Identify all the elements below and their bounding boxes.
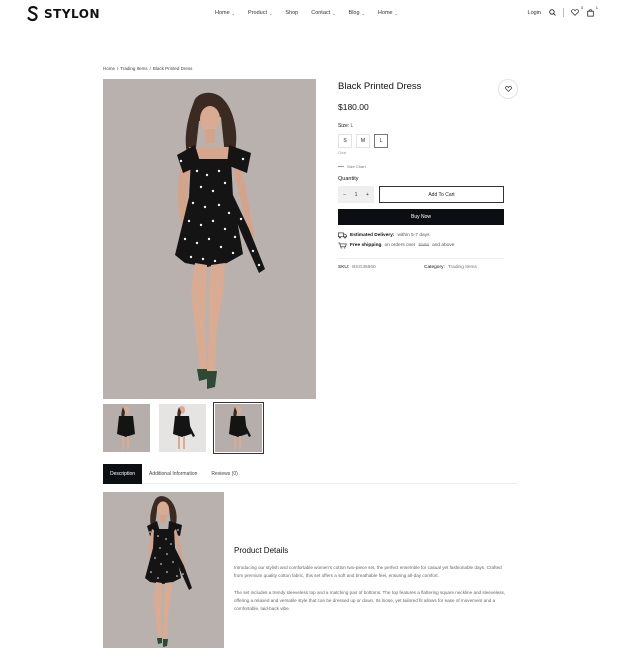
sku-info: SKU: BSG35660 xyxy=(338,265,424,270)
header-divider xyxy=(563,8,564,17)
login-link[interactable]: Login xyxy=(528,10,541,16)
chevron-down-icon: ⌄ xyxy=(332,10,336,16)
logo[interactable]: STYLON xyxy=(26,5,100,22)
main-nav: Home ⌄ Product ⌄ Shop Contact ⌄ Blog ⌄ Home ⌄ xyxy=(215,10,411,16)
heart-icon xyxy=(571,9,579,16)
quantity-decrease-button[interactable]: − xyxy=(343,192,346,198)
nav-item-blog[interactable]: Blog ⌄ xyxy=(349,10,365,16)
quantity-increase-button[interactable]: + xyxy=(366,192,369,198)
thumbnail-model-illustration xyxy=(117,406,135,449)
description-content: Product Details Introducing our stylish … xyxy=(234,546,509,613)
breadcrumb-current: Black Printed Dress xyxy=(152,66,193,71)
category-value[interactable]: Trading Items xyxy=(448,265,477,270)
shipping-text-end: and above xyxy=(432,243,455,248)
nav-label: Contact xyxy=(311,10,331,16)
breadcrumb-separator: / xyxy=(149,66,151,71)
ruler-icon xyxy=(338,166,344,167)
quantity-label: Quantity xyxy=(338,176,359,182)
description-paragraph-2: The set includes a trendy sleeveless top… xyxy=(234,589,506,612)
description-title: Product Details xyxy=(234,546,289,555)
nav-item-home-2[interactable]: Home ⌄ xyxy=(378,10,398,16)
size-label-text: Size: xyxy=(338,123,350,129)
tab-description[interactable]: Description xyxy=(103,464,143,484)
info-divider xyxy=(338,258,504,259)
size-option-s[interactable]: S xyxy=(338,134,352,148)
thumbnail-strip xyxy=(103,402,264,454)
nav-label: Blog xyxy=(348,10,360,16)
category-label: Category: xyxy=(424,265,445,270)
nav-item-contact[interactable]: Contact ⌄ xyxy=(311,10,335,16)
product-tabs: Description Additional Information Revie… xyxy=(103,464,517,484)
thumbnail-3[interactable] xyxy=(213,402,264,454)
shopping-bag-icon xyxy=(586,8,594,17)
shipping-amount: $999 xyxy=(418,243,430,248)
product-info: Black Printed Dress $180.00 Size: L S M … xyxy=(338,79,518,270)
description-paragraph-1: Introducing our stylish and comfortable … xyxy=(234,565,502,579)
product-meta: SKU: BSG35660 Category: Trading Items xyxy=(338,265,518,270)
logo-mark-icon xyxy=(27,5,38,22)
thumbnail-model-illustration xyxy=(229,406,251,449)
quantity-stepper: − 1 + xyxy=(338,186,374,203)
category-info: Category: Trading Items xyxy=(424,265,510,270)
breadcrumb-home[interactable]: Home xyxy=(103,66,115,71)
model-illustration xyxy=(175,92,265,389)
size-label: Size: L xyxy=(338,123,518,129)
cart-count-badge: 1 xyxy=(595,4,598,10)
description-image xyxy=(103,492,224,648)
thumbnail-2[interactable] xyxy=(159,404,206,452)
nav-item-product[interactable]: Product ⌄ xyxy=(248,10,272,16)
add-to-wishlist-button[interactable] xyxy=(498,79,518,99)
delivery-label: Estimated Delivery: xyxy=(350,233,395,238)
nav-label: Home xyxy=(215,10,230,16)
size-chart-link[interactable]: Size Chart xyxy=(338,164,518,169)
size-selected-value: L xyxy=(350,123,354,129)
header-actions: Login 3 1 xyxy=(528,5,598,17)
heart-icon xyxy=(504,86,512,92)
clear-size-link[interactable]: Clear xyxy=(338,151,518,155)
delivery-value: within 5-7 days xyxy=(397,233,430,238)
cart-icon xyxy=(338,242,347,249)
shipping-info: Free shipping on orders over $999 and ab… xyxy=(338,242,518,249)
truck-icon xyxy=(338,232,347,239)
tab-additional-information[interactable]: Additional Information xyxy=(142,464,204,484)
chevron-down-icon: ⌄ xyxy=(361,10,365,16)
chevron-down-icon: ⌄ xyxy=(269,10,273,16)
shipping-label: Free shipping xyxy=(350,243,382,248)
product-price: $180.00 xyxy=(338,102,369,112)
search-icon[interactable] xyxy=(548,9,556,17)
site-header: STYLON Home ⌄ Product ⌄ Shop Contact ⌄ Blog… xyxy=(0,0,620,28)
product-main-image[interactable] xyxy=(103,79,316,399)
wishlist-count-badge: 3 xyxy=(580,4,583,10)
wishlist-button[interactable]: 3 xyxy=(571,5,583,17)
thumbnail-model-illustration xyxy=(173,406,195,449)
size-chart-label: Size Chart xyxy=(347,164,366,169)
size-options: S M L xyxy=(338,134,518,148)
delivery-info: Estimated Delivery: within 5-7 days xyxy=(338,232,518,239)
nav-item-home[interactable]: Home ⌄ xyxy=(215,10,235,16)
buy-now-button[interactable]: Buy Now xyxy=(338,209,504,225)
nav-label: Home xyxy=(377,10,393,16)
size-option-l[interactable]: L xyxy=(374,134,388,148)
quantity-value[interactable]: 1 xyxy=(354,192,357,198)
logo-text: STYLON xyxy=(44,6,100,21)
breadcrumb-separator: / xyxy=(117,66,119,71)
nav-label: Shop xyxy=(285,10,299,16)
chevron-down-icon: ⌄ xyxy=(394,10,398,16)
description-model-illustration xyxy=(145,496,192,647)
thumbnail-1[interactable] xyxy=(103,404,150,452)
sku-value: BSG35660 xyxy=(352,265,376,270)
purchase-row: − 1 + Add To Cart xyxy=(338,186,518,203)
size-option-m[interactable]: M xyxy=(356,134,370,148)
tab-reviews[interactable]: Reviews (0) xyxy=(204,464,244,484)
chevron-down-icon: ⌄ xyxy=(231,10,236,16)
breadcrumb: Home / Trading Items / Black Printed Dre… xyxy=(103,66,192,71)
shipping-text: on orders over xyxy=(384,243,416,248)
nav-item-shop[interactable]: Shop xyxy=(285,10,298,16)
nav-label: Product xyxy=(248,10,267,16)
cart-button[interactable]: 1 xyxy=(586,5,598,17)
sku-label: SKU: xyxy=(338,265,350,270)
add-to-cart-button[interactable]: Add To Cart xyxy=(379,186,504,203)
breadcrumb-category[interactable]: Trading Items xyxy=(120,66,147,71)
product-title: Black Printed Dress xyxy=(338,81,422,92)
